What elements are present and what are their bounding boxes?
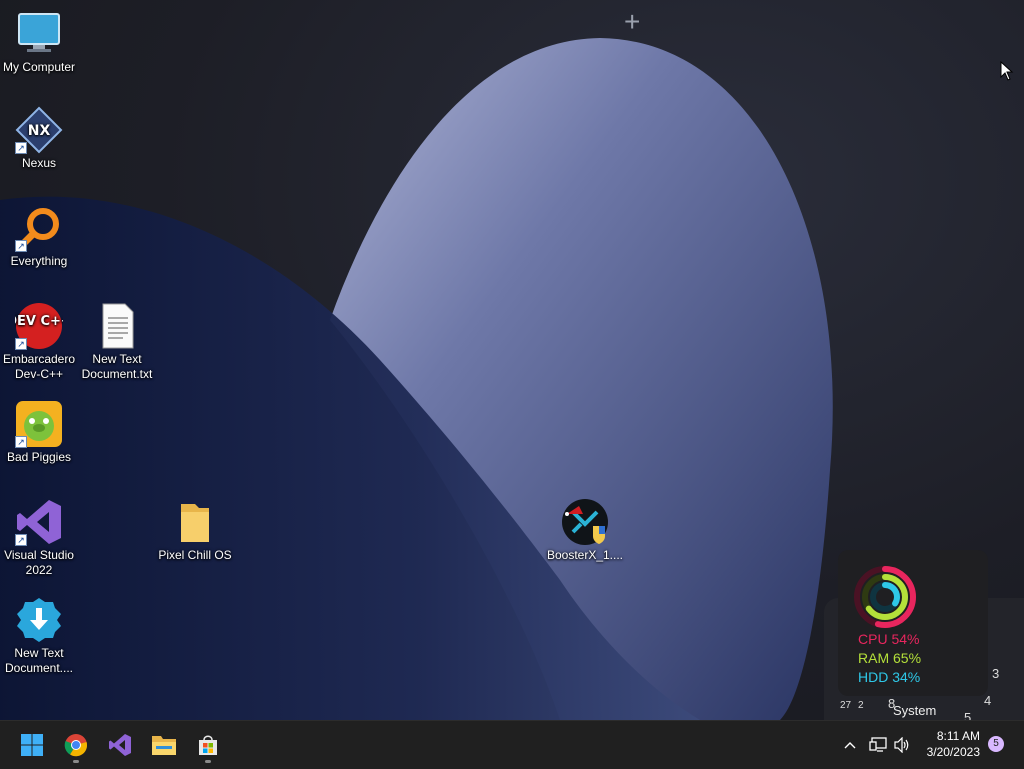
windows-start-icon [21, 734, 43, 756]
boosterx-icon [561, 498, 609, 546]
chrome-icon [64, 734, 88, 757]
desktop-icon-label: Visual Studio 2022 [4, 548, 74, 577]
nexus-icon: NX ↗ [15, 106, 63, 154]
calendar-day: 27 [840, 700, 852, 711]
clock-number: 4 [984, 693, 992, 708]
shortcut-arrow-icon: ↗ [15, 142, 27, 154]
desktop-icon-label: Bad Piggies [6, 450, 72, 464]
download-installer-icon [15, 596, 63, 644]
desktop-icon-pixel-chill-os[interactable]: Pixel Chill OS [156, 498, 234, 563]
desktop-icon-boosterx[interactable]: BoosterX_1.... [546, 498, 624, 563]
show-hidden-icons-button[interactable] [840, 721, 860, 769]
visual-studio-icon [109, 734, 131, 756]
desktop-icon-label: My Computer [2, 60, 76, 74]
clock-time: 8:11 AM [936, 729, 980, 743]
monitor-icon [15, 10, 63, 58]
desktop-icon-label: BoosterX_1.... [546, 548, 624, 562]
visual-studio-icon: ↗ [15, 498, 63, 546]
start-button[interactable] [12, 725, 52, 765]
devcpp-badge-text: DEV C++ [15, 314, 63, 329]
taskbar-chrome[interactable] [56, 725, 96, 765]
running-indicator [73, 760, 79, 763]
plus-icon: + [624, 6, 641, 37]
volume-button[interactable] [890, 721, 914, 769]
volume-icon [894, 737, 909, 753]
taskbar-microsoft-store[interactable] [188, 725, 228, 765]
desktop-icon-label: Nexus [21, 156, 56, 170]
folder-icon [171, 498, 219, 546]
file-explorer-icon [152, 736, 176, 755]
system-monitor-widget[interactable]: CPU 54% RAM 65% HDD 34% [838, 550, 988, 696]
desktop-icon-label: New Text Document.txt [81, 352, 153, 381]
shortcut-arrow-icon: ↗ [15, 436, 27, 448]
desktop-icon-my-computer[interactable]: My Computer [0, 10, 78, 75]
activity-rings [854, 566, 916, 628]
clock-number: 5 [964, 710, 972, 720]
network-button[interactable] [866, 721, 890, 769]
desktop-icon-everything[interactable]: ↗ Everything [0, 204, 78, 269]
desktop-icon-bad-piggies[interactable]: ↗ Bad Piggies [0, 400, 78, 465]
desktop-icon-label: New Text Document.... [4, 646, 74, 675]
store-icon [199, 735, 217, 755]
text-document-icon [93, 302, 141, 350]
desktop-icon-new-text-document-2[interactable]: New Text Document.... [0, 596, 78, 676]
shortcut-arrow-icon: ↗ [15, 240, 27, 252]
taskbar-visual-studio[interactable] [100, 725, 140, 765]
ram-usage-text: RAM 65% [858, 650, 922, 666]
desktop-icon-nexus[interactable]: NX ↗ Nexus [0, 106, 78, 171]
taskbar-clock[interactable]: 8:11 AM 3/20/2023 [927, 728, 980, 760]
desktop-icon-label: Embarcadero Dev-C++ [2, 352, 76, 381]
desktop-icon-label: Pixel Chill OS [158, 548, 232, 562]
taskbar: 8:11 AM 3/20/2023 [0, 720, 1024, 769]
desktop-icon-label: Everything [10, 254, 68, 268]
bad-piggies-icon: ↗ [15, 400, 63, 448]
mouse-cursor-icon [1000, 61, 1014, 81]
desktop-icon-dev-cpp[interactable]: DEV C++ ↗ Embarcadero Dev-C++ [0, 302, 78, 382]
running-indicator [205, 760, 211, 763]
taskbar-file-explorer[interactable] [144, 725, 184, 765]
search-magnifier-icon: ↗ [15, 204, 63, 252]
calendar-day: 2 [858, 700, 864, 711]
svg-text:NX: NX [28, 123, 51, 139]
shortcut-arrow-icon: ↗ [15, 338, 27, 350]
clock-number: 3 [992, 666, 1000, 681]
network-icon [869, 737, 887, 752]
clock-date: 3/20/2023 [926, 745, 980, 759]
notification-badge[interactable]: 5 [988, 736, 1004, 752]
hdd-usage-text: HDD 34% [858, 669, 921, 685]
shortcut-arrow-icon: ↗ [15, 534, 27, 546]
system-label: System [893, 703, 937, 718]
desktop-icon-visual-studio[interactable]: ↗ Visual Studio 2022 [0, 498, 78, 578]
cpu-usage-text: CPU 54% [858, 631, 920, 647]
desktop-icon-new-text-document[interactable]: New Text Document.txt [78, 302, 156, 382]
devcpp-icon: DEV C++ ↗ [6, 302, 72, 350]
chevron-up-icon [844, 742, 856, 749]
desktop[interactable]: + My Computer NX ↗ Nexus ↗ Everything DE… [0, 0, 1024, 720]
